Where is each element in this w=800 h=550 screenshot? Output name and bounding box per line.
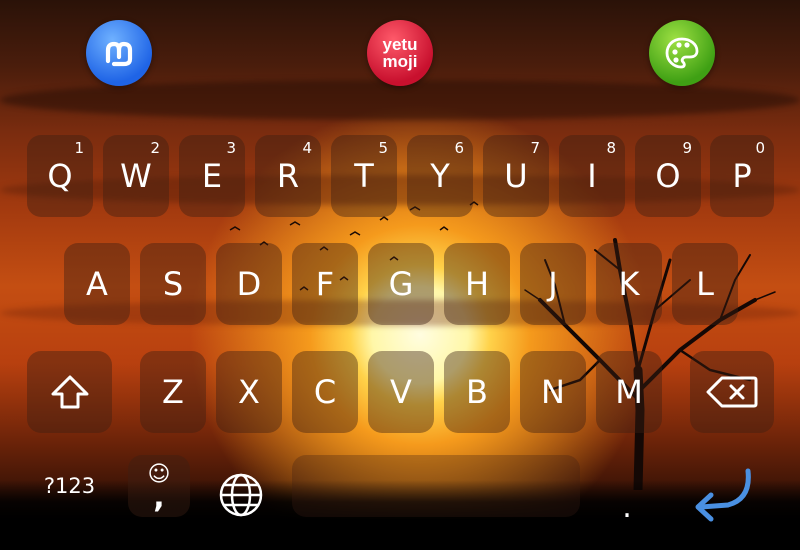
language-switch-key[interactable] bbox=[210, 455, 272, 535]
enter-key[interactable] bbox=[672, 455, 774, 535]
period-key[interactable]: . bbox=[596, 455, 658, 530]
key-label: G bbox=[388, 265, 414, 303]
key-label: , bbox=[153, 480, 165, 515]
key-label: I bbox=[587, 157, 597, 195]
key-hint: 5 bbox=[378, 139, 388, 157]
key-label: B bbox=[466, 373, 488, 411]
key-s[interactable]: S bbox=[140, 243, 206, 325]
key-label: F bbox=[315, 265, 335, 303]
key-label: N bbox=[541, 373, 565, 411]
key-k[interactable]: K bbox=[596, 243, 662, 325]
mastodon-icon bbox=[105, 41, 133, 67]
key-label: Y bbox=[430, 157, 450, 195]
key-hint: 6 bbox=[454, 139, 464, 157]
key-m[interactable]: M bbox=[596, 351, 662, 433]
key-h[interactable]: H bbox=[444, 243, 510, 325]
key-hint: 4 bbox=[302, 139, 312, 157]
key-t[interactable]: T 5 bbox=[331, 135, 397, 217]
key-label: S bbox=[162, 265, 184, 303]
yetumoji-logo-line2: moji bbox=[382, 52, 418, 71]
mastodon-app-button[interactable] bbox=[86, 20, 152, 86]
key-b[interactable]: B bbox=[444, 351, 510, 433]
key-c[interactable]: C bbox=[292, 351, 358, 433]
key-hint: 0 bbox=[755, 139, 765, 157]
shift-key[interactable] bbox=[27, 351, 112, 433]
key-j[interactable]: J bbox=[520, 243, 586, 325]
key-g[interactable]: G bbox=[368, 243, 434, 325]
key-label: H bbox=[464, 265, 490, 303]
key-label: E bbox=[201, 157, 223, 195]
key-label: A bbox=[86, 265, 108, 303]
backspace-key[interactable] bbox=[690, 351, 774, 433]
key-label: M bbox=[615, 373, 643, 411]
globe-icon bbox=[219, 473, 263, 517]
key-hint: 2 bbox=[150, 139, 160, 157]
key-label: T bbox=[354, 157, 374, 195]
key-e[interactable]: E 3 bbox=[179, 135, 245, 217]
key-a[interactable]: A bbox=[64, 243, 130, 325]
key-label: L bbox=[696, 265, 714, 303]
key-hint: 3 bbox=[226, 139, 236, 157]
app-toolbar: yetu moji bbox=[0, 0, 800, 112]
key-label: P bbox=[732, 157, 752, 195]
key-u[interactable]: U 7 bbox=[483, 135, 549, 217]
key-l[interactable]: L bbox=[672, 243, 738, 325]
key-label: . bbox=[622, 490, 632, 525]
key-label: D bbox=[236, 265, 262, 303]
key-label: X bbox=[238, 373, 260, 411]
yetumoji-logo-line1: yetu bbox=[382, 35, 418, 54]
theme-palette-button[interactable] bbox=[649, 20, 715, 86]
key-n[interactable]: N bbox=[520, 351, 586, 433]
key-label: O bbox=[655, 157, 681, 195]
key-label: W bbox=[120, 157, 152, 195]
key-label: Z bbox=[162, 373, 184, 411]
comma-emoji-key[interactable]: ☺ , bbox=[128, 455, 190, 517]
key-hint: 1 bbox=[74, 139, 84, 157]
key-f[interactable]: F bbox=[292, 243, 358, 325]
key-z[interactable]: Z bbox=[140, 351, 206, 433]
key-y[interactable]: Y 6 bbox=[407, 135, 473, 217]
palette-icon bbox=[665, 37, 699, 69]
key-label: Q bbox=[47, 157, 73, 195]
key-label: ?123 bbox=[43, 474, 96, 498]
key-o[interactable]: O 9 bbox=[635, 135, 701, 217]
key-label: J bbox=[548, 265, 558, 303]
key-r[interactable]: R 4 bbox=[255, 135, 321, 217]
key-label: U bbox=[504, 157, 528, 195]
key-hint: 9 bbox=[682, 139, 692, 157]
key-v[interactable]: V bbox=[368, 351, 434, 433]
key-i[interactable]: I 8 bbox=[559, 135, 625, 217]
key-hint: 8 bbox=[606, 139, 616, 157]
enter-arrow-icon bbox=[695, 468, 751, 522]
key-x[interactable]: X bbox=[216, 351, 282, 433]
key-hint: 7 bbox=[530, 139, 540, 157]
key-label: V bbox=[390, 373, 412, 411]
space-bar[interactable] bbox=[292, 455, 580, 517]
key-label: C bbox=[313, 373, 337, 411]
yetumoji-app-button[interactable]: yetu moji bbox=[367, 20, 433, 86]
key-w[interactable]: W 2 bbox=[103, 135, 169, 217]
key-q[interactable]: Q 1 bbox=[27, 135, 93, 217]
backspace-icon bbox=[706, 376, 758, 408]
key-d[interactable]: D bbox=[216, 243, 282, 325]
symbols-key[interactable]: ?123 bbox=[27, 455, 112, 517]
key-p[interactable]: P 0 bbox=[710, 135, 774, 217]
shift-arrow-icon bbox=[51, 375, 88, 409]
key-label: R bbox=[276, 157, 300, 195]
key-label: K bbox=[618, 265, 640, 303]
